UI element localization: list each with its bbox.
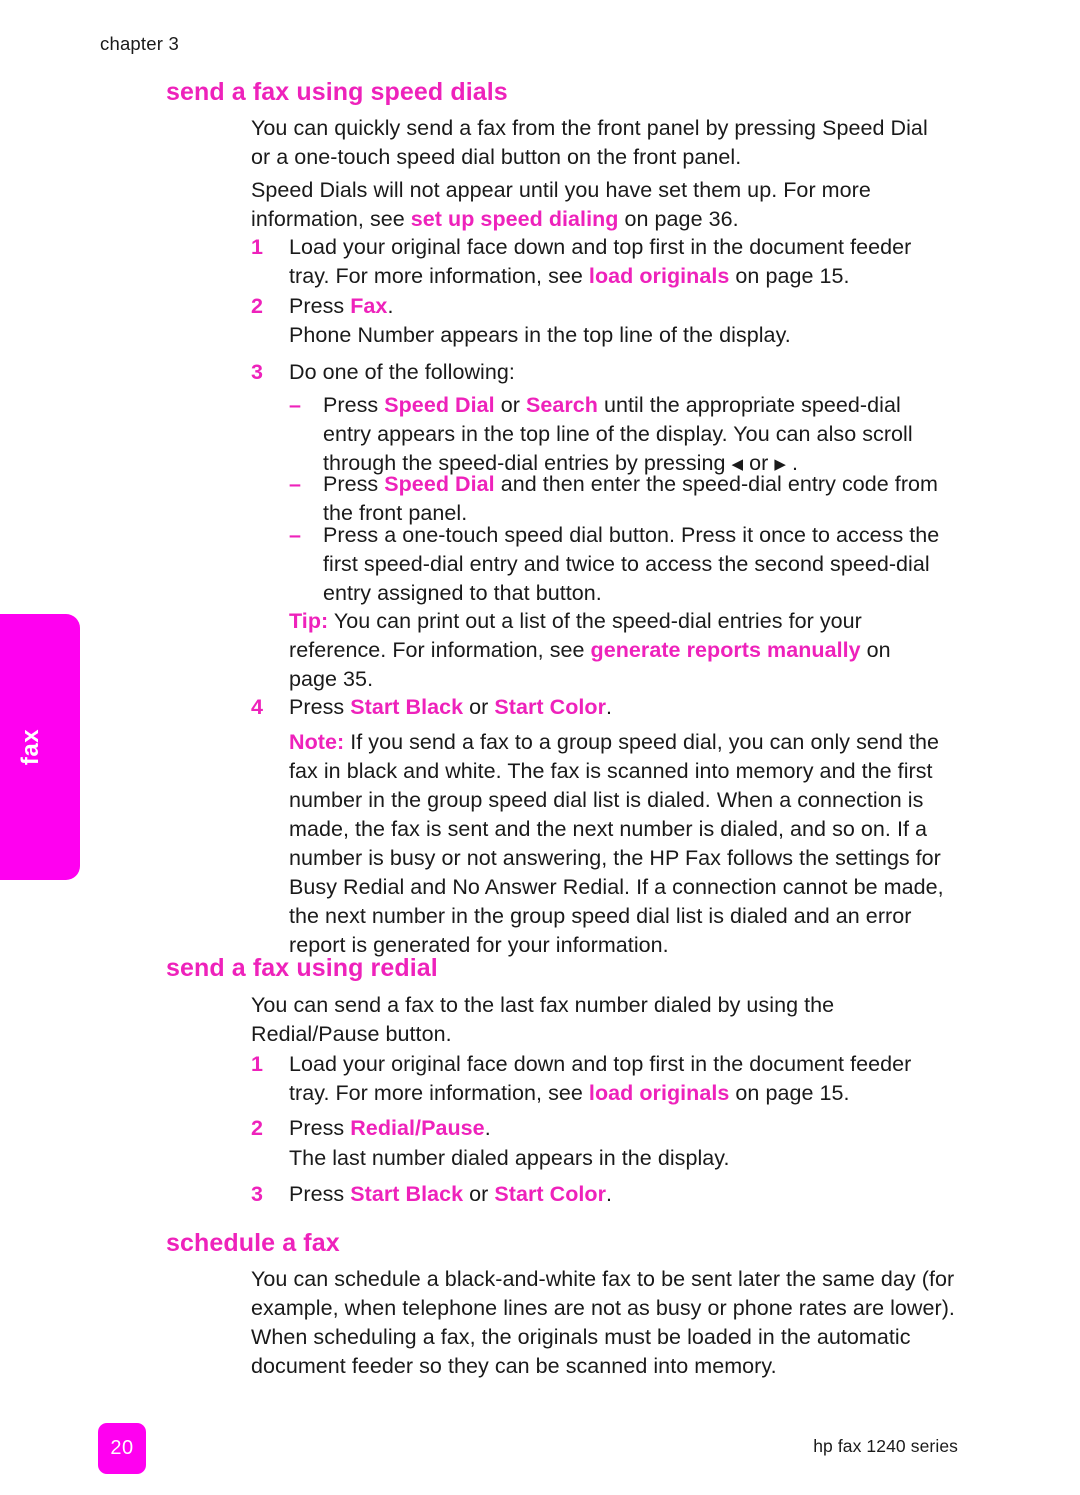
note-label: Note: <box>289 730 345 754</box>
side-thumb-tab: fax <box>0 614 80 880</box>
step-item-2: 2 Press Fax. <box>251 292 951 321</box>
step-2-result-text: Phone Number appears in the top line of … <box>289 323 791 347</box>
step-text: Load your original face down and top fir… <box>289 233 951 291</box>
sub-bullet-2: – Press Speed Dial and then enter the sp… <box>289 470 951 528</box>
redial-step-2-result-text: The last number dialed appears in the di… <box>289 1146 730 1170</box>
redial-step-item-2: 2 Press Redial/Pause. <box>251 1114 951 1143</box>
step-text: Press Redial/Pause. <box>289 1114 951 1143</box>
bullet2-text-a: Press <box>323 472 385 496</box>
bullet3-text: Press a one-touch speed dial button. Pre… <box>323 523 940 605</box>
redial-step3-text-a: Press <box>289 1182 351 1206</box>
heading-schedule-a-fax: schedule a fax <box>166 1229 340 1257</box>
button-name-fax: Fax <box>350 294 388 318</box>
step4-text-a: Press <box>289 695 351 719</box>
button-name-speed-dial: Speed Dial <box>384 393 495 417</box>
crossref-load-originals[interactable]: load originals <box>589 264 729 288</box>
redial-step-item-3: 3 Press Start Black or Start Color. <box>251 1180 951 1209</box>
page-number-badge: 20 <box>98 1423 146 1474</box>
dash-bullet-marker: – <box>289 393 302 417</box>
heading-send-a-fax-using-redial: send a fax using redial <box>166 954 438 982</box>
step-text: Load your original face down and top fir… <box>289 1050 951 1108</box>
crossref-generate-reports-manually[interactable]: generate reports manually <box>591 638 861 662</box>
dash-bullet-marker: – <box>289 472 302 496</box>
page-number: 20 <box>110 1437 134 1459</box>
footer-product-name: hp fax 1240 series <box>813 1436 958 1456</box>
redial-step2-text-a: Press <box>289 1116 351 1140</box>
paragraph-schedule-intro: You can schedule a black-and-white fax t… <box>251 1267 955 1378</box>
document-page: chapter 3 fax send a fax using speed dia… <box>0 0 1080 1495</box>
step-item-3: 3 Do one of the following: <box>251 358 951 387</box>
redial-step3-text-b: or <box>463 1182 495 1206</box>
bullet1-text-a: Press <box>323 393 385 417</box>
button-name-start-black: Start Black <box>350 1182 464 1206</box>
step-number: 1 <box>251 1052 264 1076</box>
step-text: Do one of the following: <box>289 360 515 384</box>
redial-step2-text-b: . <box>484 1116 491 1140</box>
sub-bullet-1: – Press Speed Dial or Search until the a… <box>289 391 951 479</box>
dash-bullet-marker: – <box>289 523 302 547</box>
step-text: Press Fax. <box>289 292 951 321</box>
note-block: Note: If you send a fax to a group speed… <box>289 728 952 960</box>
button-name-speed-dial: Speed Dial <box>384 472 495 496</box>
paragraph-speed-dials-intro-2: Speed Dials will not appear until you ha… <box>251 176 957 234</box>
step-text: Press Start Black or Start Color. <box>289 1180 951 1209</box>
step2-text-b: . <box>387 294 394 318</box>
button-name-search: Search <box>525 393 598 417</box>
tip-label: Tip: <box>289 609 329 633</box>
button-name-redial-pause: Redial/Pause <box>350 1116 485 1140</box>
paragraph-speed-dials-intro-1: You can quickly send a fax from the fron… <box>251 116 928 169</box>
step-number: 1 <box>251 235 264 259</box>
step1-text-b: on page 15. <box>729 264 850 288</box>
button-name-start-black: Start Black <box>350 695 464 719</box>
step-number: 2 <box>251 1116 264 1140</box>
step-number: 2 <box>251 294 264 318</box>
note-text: If you send a fax to a group speed dial,… <box>289 730 944 957</box>
sub-bullet-3: – Press a one-touch speed dial button. P… <box>289 521 951 608</box>
heading-send-a-fax-using-speed-dials: send a fax using speed dials <box>166 78 508 106</box>
bullet1-text-b: or <box>494 393 526 417</box>
step2-text-a: Press <box>289 294 351 318</box>
intro2-text-b: on page 36. <box>618 207 739 231</box>
crossref-load-originals[interactable]: load originals <box>589 1081 729 1105</box>
redial-step1-text-b: on page 15. <box>729 1081 850 1105</box>
redial-step-item-1: 1 Load your original face down and top f… <box>251 1050 951 1108</box>
step-text: Press Start Black or Start Color. <box>289 693 951 722</box>
crossref-set-up-speed-dialing[interactable]: set up speed dialing <box>411 207 619 231</box>
step-item-1: 1 Load your original face down and top f… <box>251 233 951 291</box>
side-tab-label: fax <box>17 728 44 766</box>
paragraph-redial-intro: You can send a fax to the last fax numbe… <box>251 993 835 1046</box>
step-number: 4 <box>251 695 264 719</box>
button-name-start-color: Start Color <box>494 695 607 719</box>
step-number: 3 <box>251 360 264 384</box>
step-number: 3 <box>251 1182 264 1206</box>
tip-block: Tip: You can print out a list of the spe… <box>289 607 929 694</box>
step4-text-c: . <box>606 695 613 719</box>
step-item-4: 4 Press Start Black or Start Color. <box>251 693 951 722</box>
button-name-start-color: Start Color <box>494 1182 607 1206</box>
redial-step3-text-c: . <box>606 1182 613 1206</box>
running-head-chapter: chapter 3 <box>100 33 179 54</box>
step4-text-b: or <box>463 695 495 719</box>
